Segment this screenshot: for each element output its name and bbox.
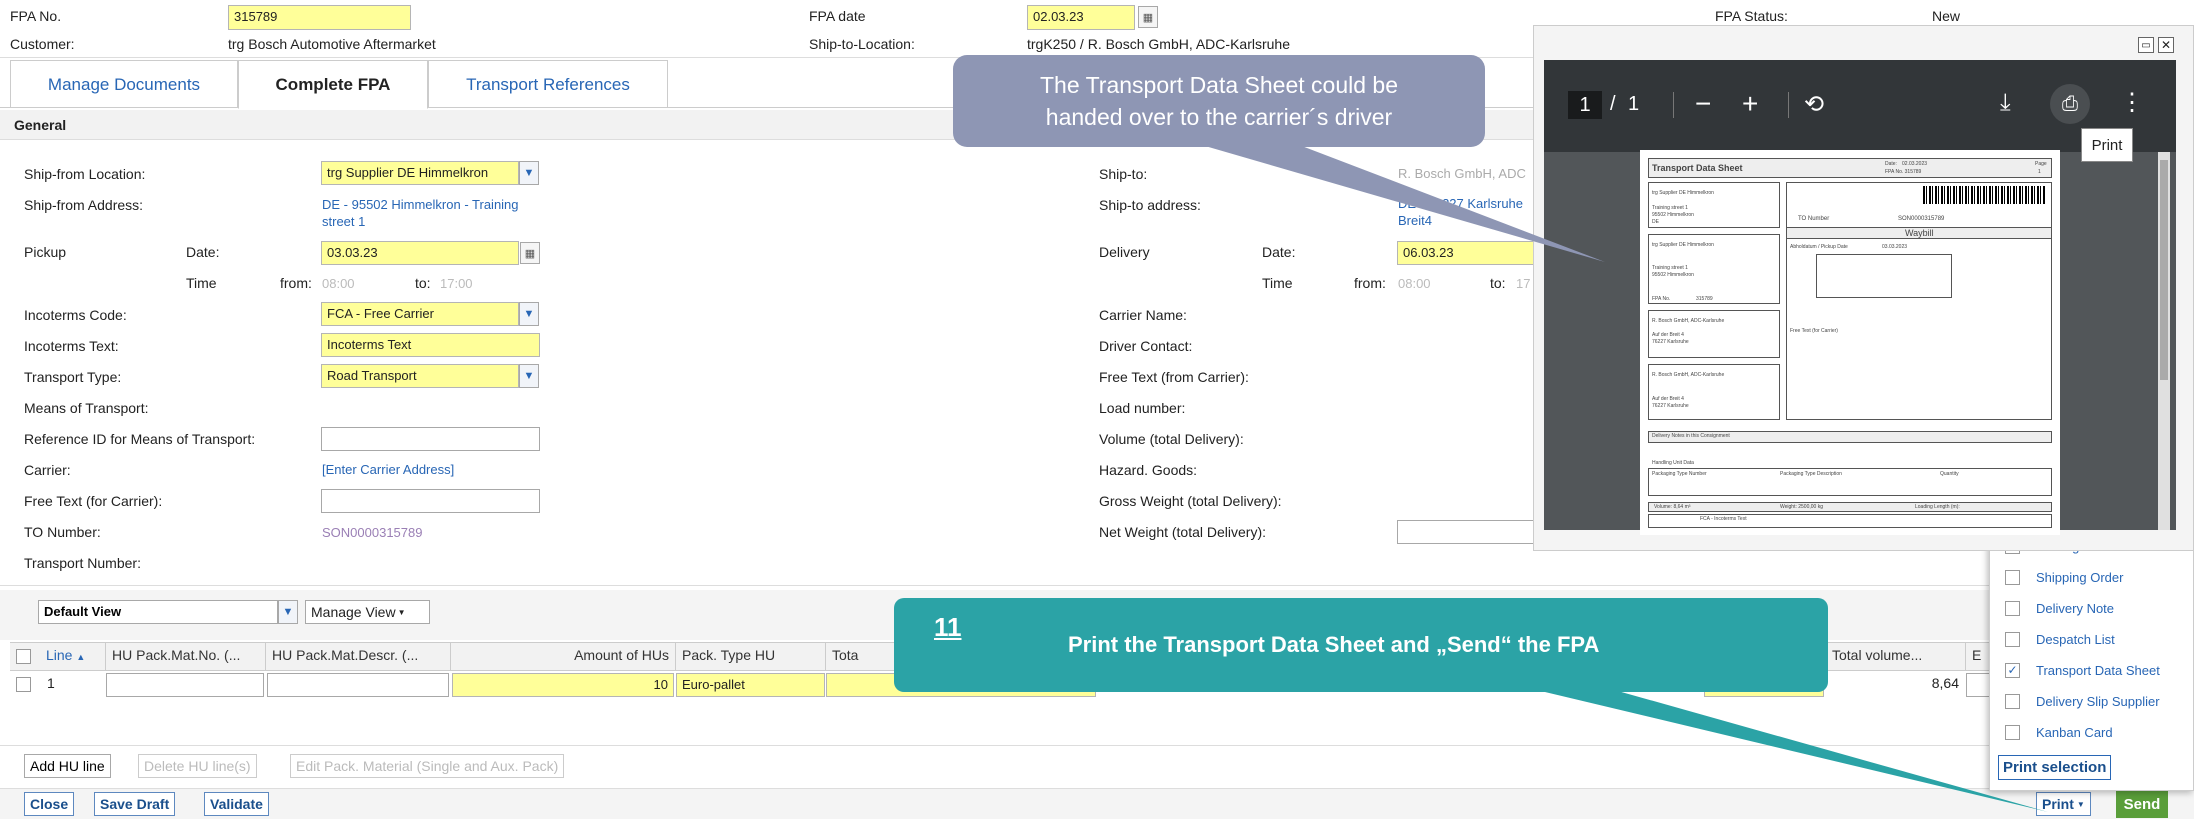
callout-top: The Transport Data Sheet could be handed…: [953, 55, 1485, 147]
callout-top-pointer: [1150, 130, 1605, 262]
callout-top-text: The Transport Data Sheet could be handed…: [1040, 72, 1398, 130]
callout-bottom-text: Print the Transport Data Sheet and „Send…: [1068, 632, 1600, 657]
callout-step-number: 11: [934, 612, 962, 642]
